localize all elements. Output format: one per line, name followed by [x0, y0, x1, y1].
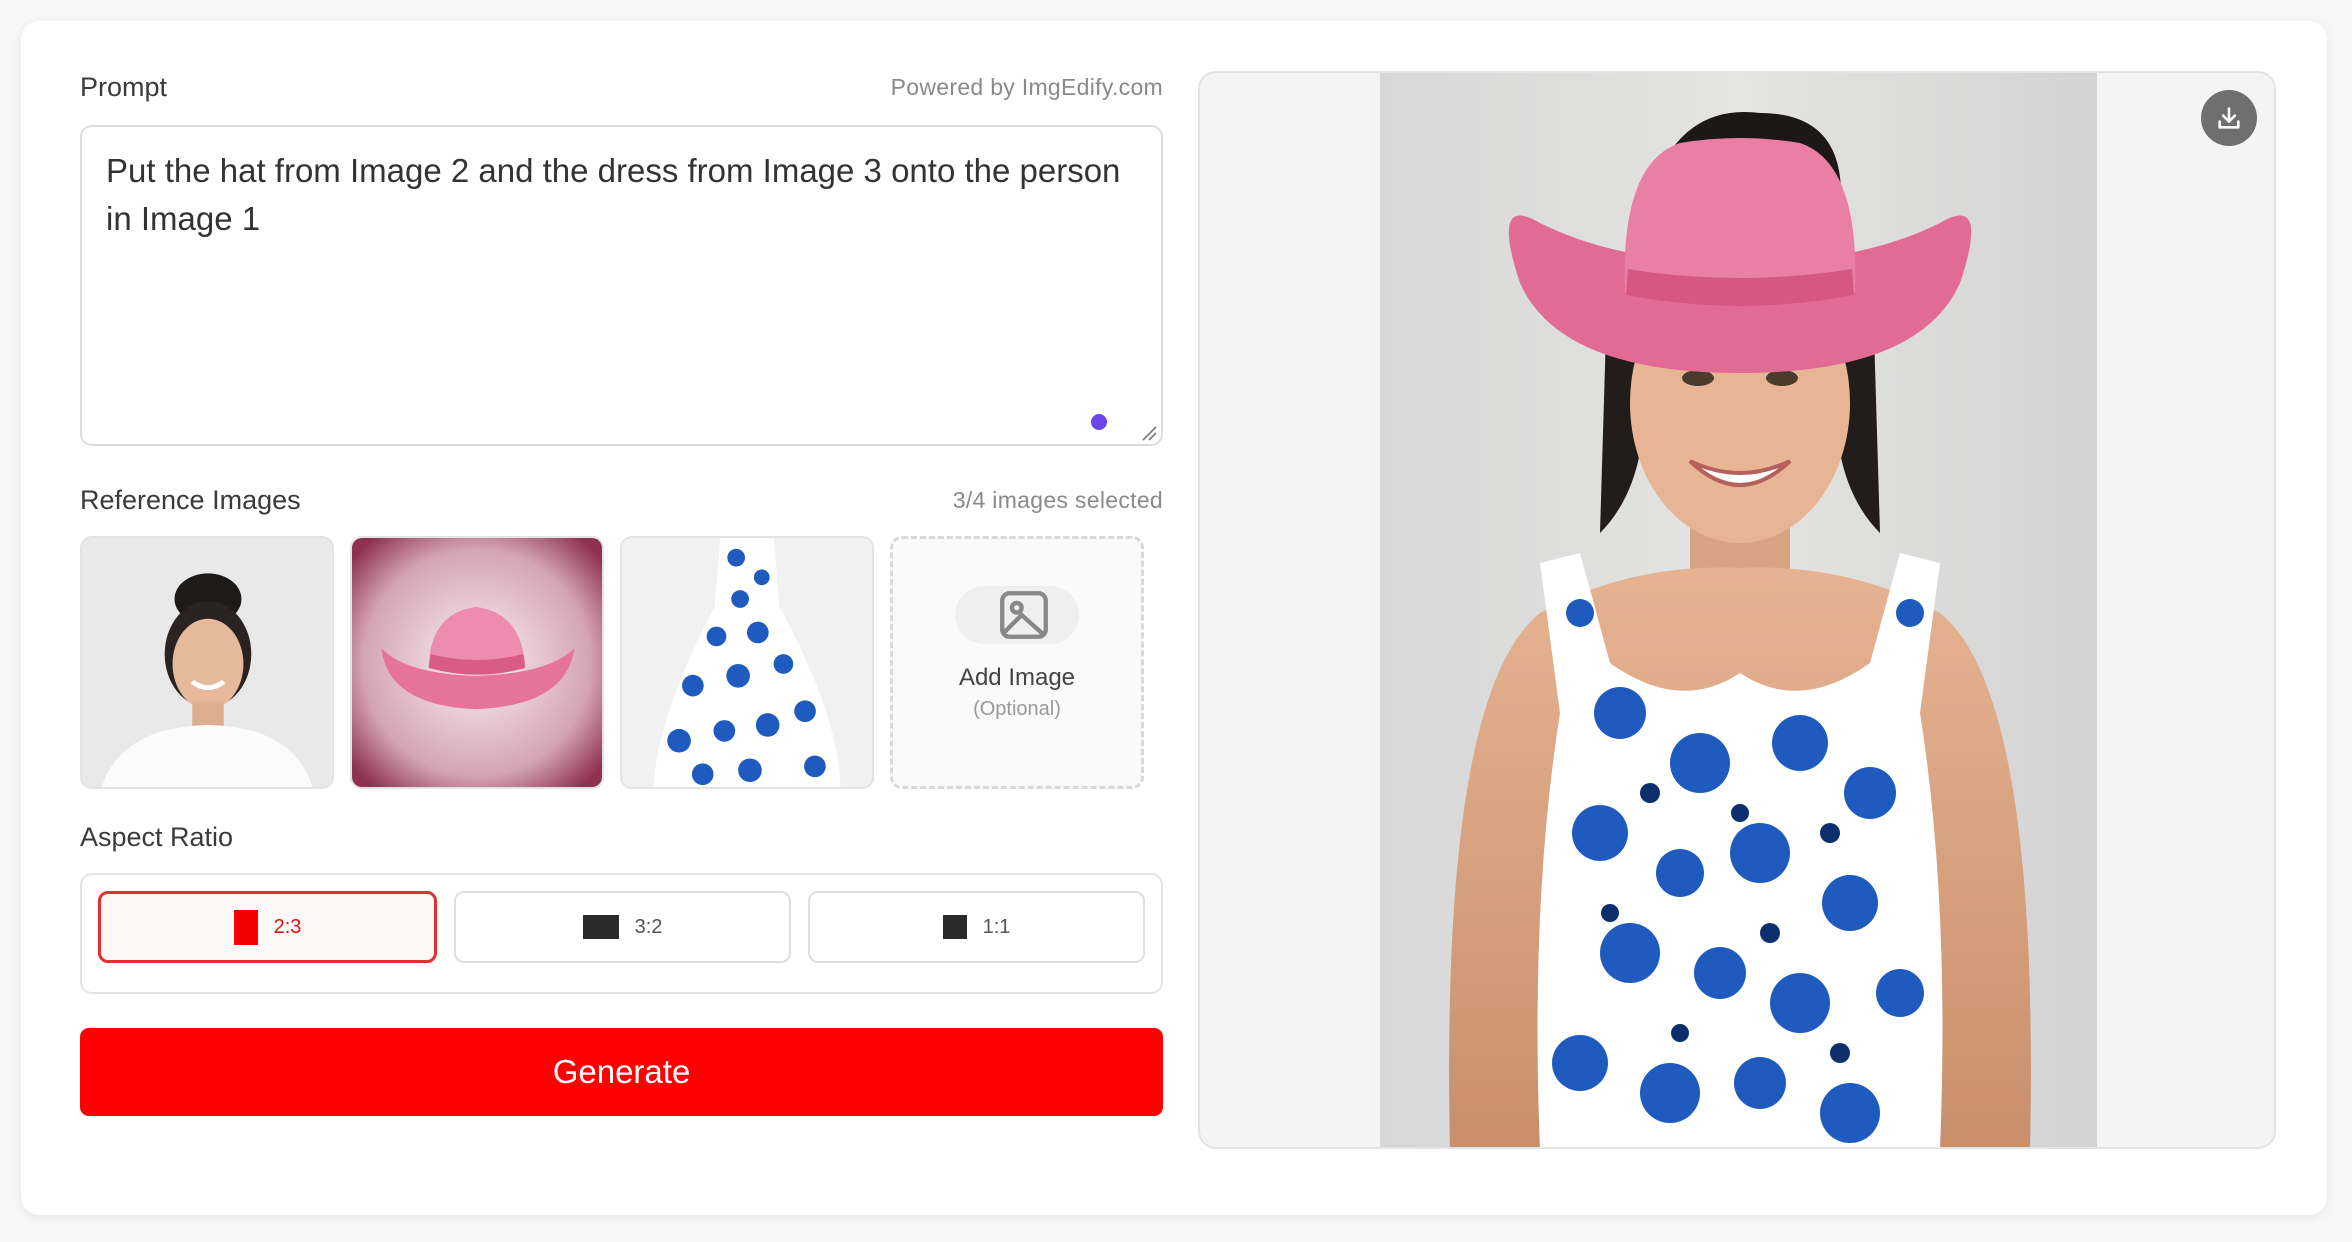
reference-image-3[interactable] [620, 536, 874, 789]
aspect-ratio-label: Aspect Ratio [80, 821, 234, 852]
result-panel [1198, 71, 2276, 1149]
person-thumbnail [82, 538, 332, 787]
portrait-shape-icon [233, 909, 258, 945]
download-icon [2218, 107, 2240, 129]
add-image-optional: (Optional) [973, 698, 1061, 720]
reference-image-2[interactable] [350, 536, 604, 789]
prompt-label: Prompt [80, 71, 168, 102]
image-icon [1000, 591, 1048, 639]
powered-by-link[interactable]: Powered by ImgEdify.com [891, 74, 1163, 101]
aspect-option-2-3[interactable]: 2:3 [98, 891, 437, 963]
dress-thumbnail [622, 538, 872, 787]
aspect-option-label: 3:2 [634, 915, 663, 938]
hat-thumbnail [352, 538, 602, 787]
download-button[interactable] [2201, 90, 2257, 146]
aspect-option-3-2[interactable]: 3:2 [454, 891, 791, 963]
aspect-option-label: 2:3 [273, 915, 302, 938]
add-image-label: Add Image [958, 664, 1076, 691]
aspect-ratio-group: 2:3 3:2 1:1 [80, 873, 1163, 994]
aspect-option-label: 1:1 [982, 915, 1011, 938]
generated-image [1380, 73, 2097, 1147]
prompt-textarea[interactable]: Put the hat from Image 2 and the dress f… [80, 125, 1163, 446]
control-panel: Prompt Powered by ImgEdify.com Put the h… [80, 69, 1163, 1116]
resize-handle[interactable] [1139, 423, 1157, 441]
prompt-header: Prompt Powered by ImgEdify.com [80, 69, 1163, 105]
images-count: 3/4 images selected [952, 486, 1163, 513]
aspect-ratio-header: Aspect Ratio [80, 819, 1163, 855]
status-dot [1091, 414, 1107, 430]
square-shape-icon [942, 915, 967, 939]
aspect-option-1-1[interactable]: 1:1 [808, 891, 1145, 963]
reference-images-label: Reference Images [80, 484, 301, 515]
add-image-button[interactable]: Add Image (Optional) [890, 536, 1144, 789]
prompt-text: Put the hat from Image 2 and the dress f… [106, 152, 1121, 237]
reference-image-1[interactable] [80, 536, 334, 789]
generate-button[interactable]: Generate [80, 1028, 1163, 1116]
add-image-pill [955, 586, 1079, 644]
landscape-shape-icon [582, 915, 619, 939]
reference-thumbnails: Add Image (Optional) [80, 536, 1163, 789]
main-card: Prompt Powered by ImgEdify.com Put the h… [21, 21, 2327, 1215]
reference-header: Reference Images 3/4 images selected [80, 482, 1163, 518]
